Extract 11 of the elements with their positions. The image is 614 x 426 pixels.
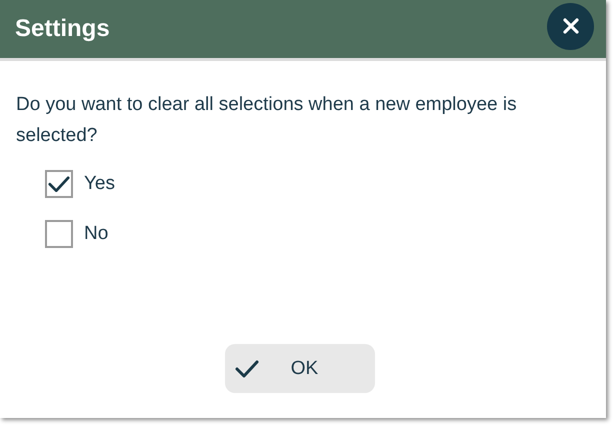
close-button[interactable] xyxy=(547,2,594,50)
option-label: No xyxy=(84,223,108,245)
ok-button[interactable]: OK xyxy=(224,344,374,393)
checkbox[interactable] xyxy=(45,170,73,198)
close-icon xyxy=(562,18,578,34)
checkbox[interactable] xyxy=(45,220,73,248)
option-label: Yes xyxy=(84,173,115,195)
check-icon xyxy=(234,360,258,378)
check-icon xyxy=(48,176,70,192)
dialog-title: Settings xyxy=(15,15,110,43)
question-text: Do you want to clear all selections when a new employee is selected? xyxy=(16,93,518,148)
